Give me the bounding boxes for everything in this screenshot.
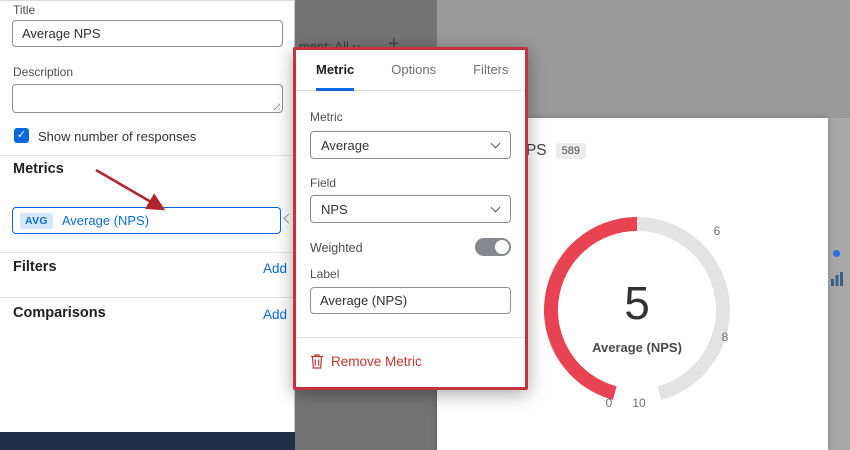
panel-footer-bar <box>0 432 295 450</box>
mini-chart-icon <box>831 272 843 291</box>
gauge-center-label: Average (NPS) <box>547 340 727 355</box>
metric-chip-label: Average (NPS) <box>62 213 149 228</box>
description-field-label: Description <box>13 65 73 79</box>
legend-dot <box>833 250 840 257</box>
divider <box>0 155 295 156</box>
weighted-label: Weighted <box>310 241 363 255</box>
filters-heading: Filters <box>13 259 57 275</box>
remove-metric-button[interactable]: Remove Metric <box>310 353 422 369</box>
field-select-value: NPS <box>321 202 348 217</box>
remove-metric-label: Remove Metric <box>331 354 422 369</box>
chevron-down-icon <box>491 139 501 149</box>
metric-label-input[interactable] <box>310 287 511 314</box>
metric-select-label: Metric <box>310 110 343 124</box>
divider <box>296 337 525 338</box>
metric-chip[interactable]: AVG Average (NPS) <box>12 207 281 234</box>
field-select[interactable]: NPS <box>310 195 511 223</box>
metric-select[interactable]: Average <box>310 131 511 159</box>
show-responses-checkbox[interactable]: ✓ <box>14 128 29 143</box>
show-responses-label: Show number of responses <box>38 129 196 144</box>
gauge-tick-10: 10 <box>629 396 649 410</box>
gauge-center-value: 5 <box>577 276 697 330</box>
response-count-badge: 589 <box>556 143 586 159</box>
screen: ment: All + Average NPS 589 5 Average (N… <box>0 0 850 450</box>
title-field-label: Title <box>13 3 35 17</box>
tab-filters[interactable]: Filters <box>473 50 508 91</box>
tab-options[interactable]: Options <box>391 50 436 91</box>
gauge-tick-8: 8 <box>715 330 735 344</box>
widget-edit-panel: Title Description ✓ Show number of respo… <box>0 0 295 450</box>
weighted-toggle[interactable] <box>475 238 511 256</box>
description-input[interactable] <box>12 84 283 113</box>
metric-type-badge: AVG <box>20 213 53 229</box>
field-select-label: Field <box>310 176 336 190</box>
popup-tabs: Metric Options Filters <box>296 50 525 91</box>
trash-icon <box>310 353 324 369</box>
add-filter-link[interactable]: Add <box>263 261 287 276</box>
divider <box>0 297 295 298</box>
metrics-heading: Metrics <box>13 161 64 177</box>
check-icon: ✓ <box>17 129 26 141</box>
resize-handle-icon[interactable] <box>271 101 280 110</box>
metric-editor-popup: Metric Options Filters Metric Average Fi… <box>293 47 528 390</box>
tab-metric[interactable]: Metric <box>316 50 354 91</box>
metric-select-value: Average <box>321 138 369 153</box>
add-comparison-link[interactable]: Add <box>263 307 287 322</box>
chevron-down-icon <box>491 203 501 213</box>
panel-collapse-chevron-icon[interactable] <box>284 214 294 224</box>
title-input[interactable] <box>12 20 283 47</box>
gauge-tick-6: 6 <box>707 224 727 238</box>
divider <box>0 252 295 253</box>
toggle-knob <box>495 240 509 254</box>
label-field-label: Label <box>310 267 339 281</box>
gauge-tick-0: 0 <box>599 396 619 410</box>
comparisons-heading: Comparisons <box>13 305 106 321</box>
